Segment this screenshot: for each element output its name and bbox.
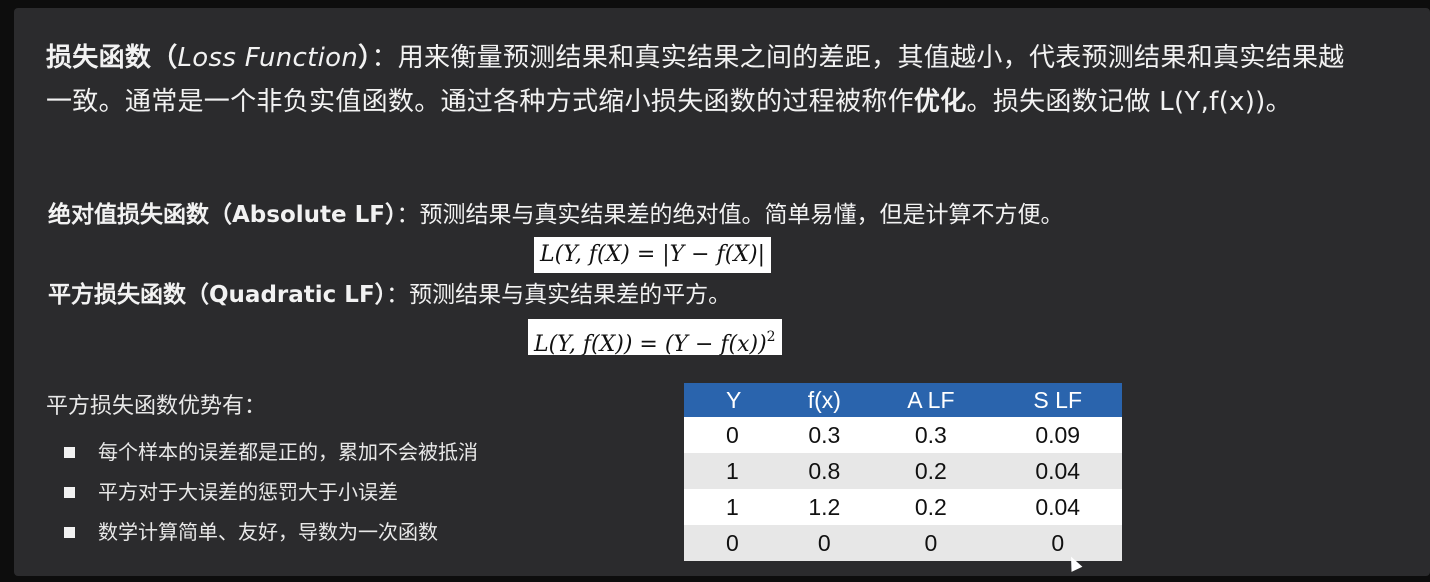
header-slf: S LF (993, 383, 1122, 417)
absolute-lf-line: 绝对值损失函数（Absolute LF）：预测结果与真实结果差的绝对值。简单易懂… (48, 200, 1063, 230)
table-row: 1 1.2 0.2 0.04 (684, 489, 1122, 525)
table-row: 0 0 0 0 (684, 525, 1122, 561)
cell: 0.09 (993, 417, 1122, 453)
advantage-text: 平方对于大误差的惩罚大于小误差 (98, 480, 398, 504)
bullet-square-icon (64, 527, 75, 538)
intro-term: 损失函数（ (46, 43, 178, 73)
cell: 0.04 (993, 453, 1122, 489)
table-row: 0 0.3 0.3 0.09 (684, 417, 1122, 453)
advantage-text: 每个样本的误差都是正的，累加不会被抵消 (98, 440, 478, 464)
cell: 0.3 (780, 417, 869, 453)
intro-paragraph: 损失函数（Loss Function）：用来衡量预测结果和真实结果之间的差距，其… (46, 36, 1366, 124)
intro-optimization: 优化 (913, 87, 967, 117)
quadratic-formula-exponent: 2 (766, 329, 776, 345)
advantage-item: 平方对于大误差的惩罚大于小误差 (64, 472, 478, 512)
header-y: Y (684, 383, 781, 417)
cell: 1 (684, 489, 781, 525)
cell: 0 (684, 525, 781, 561)
advantage-item: 每个样本的误差都是正的，累加不会被抵消 (64, 432, 478, 472)
cell: 0.2 (868, 453, 994, 489)
cell: 0 (993, 525, 1122, 561)
cell: 0.3 (868, 417, 994, 453)
intro-term-en: Loss Function (177, 43, 359, 73)
quadratic-lf-formula: L(Y, f(X)) = (Y − f(x))2 (528, 319, 782, 357)
advantages-list: 每个样本的误差都是正的，累加不会被抵消 平方对于大误差的惩罚大于小误差 数学计算… (64, 432, 478, 552)
header-fx: f(x) (780, 383, 869, 417)
intro-term-close: ） (358, 43, 372, 73)
loss-table: Y f(x) A LF S LF 0 0.3 0.3 0.09 1 0.8 0.… (684, 383, 1122, 561)
quadratic-formula-base: L(Y, f(X)) = (Y − f(x)) (534, 332, 767, 357)
cell: 0.04 (993, 489, 1122, 525)
intro-notation: 。损失函数记做 L(Y,f(x))。 (966, 87, 1292, 117)
slide: 损失函数（Loss Function）：用来衡量预测结果和真实结果之间的差距，其… (14, 8, 1430, 576)
advantage-item: 数学计算简单、友好，导数为一次函数 (64, 512, 478, 552)
bullet-square-icon (64, 447, 75, 458)
cell: 0.8 (780, 453, 869, 489)
table-row: 1 0.8 0.2 0.04 (684, 453, 1122, 489)
cell: 0 (868, 525, 994, 561)
cell: 1.2 (780, 489, 869, 525)
quadratic-lf-desc: ：预测结果与真实结果差的平方。 (386, 282, 732, 308)
cell: 0.2 (868, 489, 994, 525)
cell: 1 (684, 453, 781, 489)
header-alf: A LF (868, 383, 994, 417)
absolute-lf-desc: ：预测结果与真实结果差的绝对值。简单易懂，但是计算不方便。 (396, 202, 1064, 228)
quadratic-lf-line: 平方损失函数（Quadratic LF）：预测结果与真实结果差的平方。 (48, 280, 731, 310)
bullet-square-icon (64, 487, 75, 498)
cell: 0 (780, 525, 869, 561)
absolute-lf-formula: L(Y, f(X) = |Y − f(X)| (534, 237, 771, 273)
absolute-lf-title: 绝对值损失函数（Absolute LF） (48, 202, 397, 228)
table-header-row: Y f(x) A LF S LF (684, 383, 1122, 417)
quadratic-lf-title: 平方损失函数（Quadratic LF） (48, 282, 387, 308)
advantages-title: 平方损失函数优势有： (46, 394, 267, 419)
advantage-text: 数学计算简单、友好，导数为一次函数 (98, 520, 438, 544)
cell: 0 (684, 417, 781, 453)
